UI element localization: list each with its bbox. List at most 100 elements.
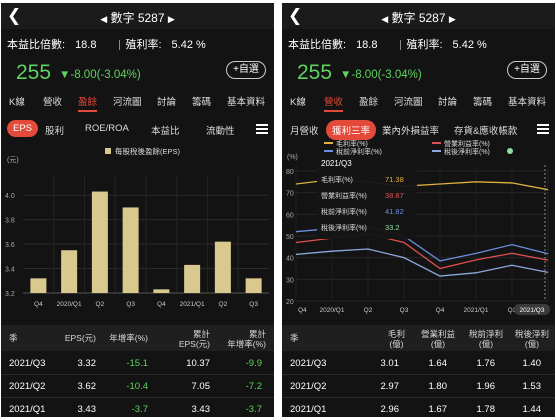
- header-pretax: 稅前淨利 (億): [468, 329, 503, 349]
- prev-stock-icon[interactable]: ◀: [100, 14, 107, 24]
- subtab-eps[interactable]: EPS: [7, 120, 39, 137]
- cell-yoy: -10.4: [126, 381, 148, 392]
- subtab-nonop-ratio[interactable]: 業內外損益率: [382, 123, 439, 137]
- x-tick-label: Q4: [157, 301, 166, 308]
- divider: [119, 40, 121, 51]
- subtab-liquidity[interactable]: 流動性: [206, 123, 235, 137]
- tab-fundamentals[interactable]: 基本資料: [227, 94, 265, 108]
- tab-discussion[interactable]: 討論: [157, 94, 176, 108]
- yield-value: 5.42 %: [452, 39, 487, 51]
- table-row[interactable]: 2021/Q3 3.32 -15.1 10.37 -9.9: [1, 352, 274, 375]
- tooltip-label: 稅前淨利率(%): [321, 207, 367, 216]
- x-tick-label: 2020/Q1: [57, 301, 82, 308]
- x-tick-label: Q3: [126, 301, 135, 308]
- tab-discussion[interactable]: 討論: [438, 94, 457, 108]
- table-row[interactable]: 2021/Q2 3.62 -10.4 7.05 -7.2: [1, 375, 274, 398]
- tab-kline[interactable]: K線: [9, 94, 25, 108]
- tooltip-value: 33.2: [385, 223, 400, 232]
- yield-value: 5.42 %: [171, 39, 206, 51]
- cell-quarter: 2021/Q2: [9, 381, 46, 392]
- price: 255: [297, 61, 333, 84]
- x-tick-label: Q2: [96, 301, 105, 308]
- cell-cum-yoy: -9.9: [245, 358, 262, 369]
- eps-bar: [30, 278, 47, 293]
- header-cum-yoy: 累計 年增率(%): [227, 329, 266, 349]
- tab-chips[interactable]: 籌碼: [192, 94, 211, 108]
- cell-cum-eps: 10.37: [186, 358, 210, 369]
- cell-pretax: 1.96: [476, 381, 496, 392]
- header-operating: 營業利益 (億): [420, 329, 455, 349]
- table-row[interactable]: 2021/Q1 2.96 1.67 1.78 1.44: [282, 398, 555, 417]
- y-tick-label: 60: [286, 212, 294, 219]
- tab-revenue[interactable]: 營收: [43, 94, 62, 108]
- cursor-label: 2021/Q3: [520, 307, 545, 314]
- add-watchlist-button[interactable]: +自選: [507, 61, 547, 79]
- eps-bar: [61, 250, 78, 293]
- stock-title[interactable]: ◀ 數字 5287 ▶: [1, 9, 274, 26]
- tab-fundamentals[interactable]: 基本資料: [508, 94, 546, 108]
- menu-icon[interactable]: [537, 124, 549, 134]
- prev-stock-icon[interactable]: ◀: [381, 14, 388, 24]
- subtab-inventory-receivables[interactable]: 存貨&應收帳款: [454, 123, 517, 137]
- tab-earnings[interactable]: 盈餘: [78, 94, 98, 112]
- cell-operating: 1.67: [428, 404, 448, 415]
- main-tabs: K線 營收 盈餘 河流圖 討論 籌碼 基本資料: [1, 94, 274, 114]
- cell-cum-eps: 3.43: [191, 404, 211, 415]
- header-aftertax: 稅後淨利 (億): [514, 329, 549, 349]
- tab-river-chart[interactable]: 河流圖: [113, 94, 142, 108]
- main-tabs: K線 營收 盈餘 河流圖 討論 籌碼 基本資料: [282, 94, 555, 114]
- stock-title[interactable]: ◀ 數字 5287 ▶: [282, 9, 555, 26]
- header-yoy: 年增率(%): [109, 333, 148, 343]
- y-tick-label: 3.4: [5, 267, 15, 274]
- subtab-pe[interactable]: 本益比: [151, 123, 180, 137]
- y-tick-label: 20: [286, 299, 294, 306]
- tab-revenue[interactable]: 營收: [324, 94, 344, 112]
- table-row[interactable]: 2021/Q3 3.01 1.64 1.76 1.40: [282, 352, 555, 375]
- menu-icon[interactable]: [256, 124, 268, 134]
- add-watchlist-button[interactable]: +自選: [226, 61, 266, 79]
- margin-chart: (%) 毛利率(%) 營業利益率(%) 稅前淨利率(%) 稅後淨利率(%) 80 70 60 5…: [286, 139, 550, 315]
- table-row[interactable]: 2021/Q1 3.43 -3.7 3.43 -3.7: [1, 398, 274, 417]
- eps-bar: [184, 264, 201, 293]
- y-unit-label: (元): [7, 156, 19, 164]
- cell-quarter: 2021/Q1: [9, 404, 46, 415]
- tooltip-title: 2021/Q3: [321, 159, 352, 168]
- next-stock-icon[interactable]: ▶: [168, 14, 175, 24]
- pe-label: 本益比倍數:: [7, 39, 66, 51]
- cell-aftertax: 1.53: [522, 381, 542, 392]
- cell-gross: 2.96: [380, 404, 400, 415]
- subtab-three-margins[interactable]: 獲利三率: [326, 120, 377, 140]
- header-eps: EPS(元): [64, 333, 96, 343]
- tab-river-chart[interactable]: 河流圖: [394, 94, 423, 108]
- tab-chips[interactable]: 籌碼: [473, 94, 492, 108]
- eps-bar: [214, 241, 231, 293]
- legend-label: 每股稅後盈餘(EPS): [115, 146, 181, 156]
- tab-kline[interactable]: K線: [290, 94, 306, 108]
- title-bar: ❮ ◀ 數字 5287 ▶: [282, 3, 555, 29]
- table-header: 季 EPS(元) 年增率(%) 累計 EPS(元) 累計 年增率(%): [1, 325, 274, 351]
- metrics-bar: 本益比倍數: 18.8 殖利率: 5.42 %: [7, 36, 224, 52]
- table-row[interactable]: 2021/Q2 2.97 1.80 1.96 1.53: [282, 375, 555, 398]
- cell-pretax: 1.78: [476, 404, 496, 415]
- cell-aftertax: 1.40: [522, 358, 542, 369]
- tooltip-label: 營業利益率(%): [321, 191, 367, 200]
- cell-yoy: -3.7: [131, 404, 148, 415]
- toggle-icon: [507, 148, 513, 154]
- tab-earnings[interactable]: 盈餘: [359, 94, 378, 108]
- eps-bar: [122, 207, 139, 293]
- tooltip-label: 稅後淨利率(%): [321, 223, 367, 232]
- eps-bar: [91, 191, 108, 293]
- cell-gross: 3.01: [380, 358, 400, 369]
- next-stock-icon[interactable]: ▶: [449, 14, 456, 24]
- x-tick-label: Q2: [364, 307, 373, 314]
- cell-aftertax: 1.44: [522, 404, 542, 415]
- y-tick-label: 40: [286, 256, 294, 263]
- y-tick-label: 70: [286, 191, 294, 198]
- subtab-monthly-revenue[interactable]: 月營收: [290, 123, 319, 137]
- y-tick-label: 50: [286, 234, 294, 241]
- yield-label: 殖利率:: [406, 39, 443, 51]
- x-tick-label: Q4: [298, 307, 307, 314]
- subtab-dividend[interactable]: 股利: [45, 123, 64, 137]
- x-tick-label: 2021/Q1: [464, 307, 489, 314]
- subtab-roe-roa[interactable]: ROE/ROA: [85, 123, 129, 134]
